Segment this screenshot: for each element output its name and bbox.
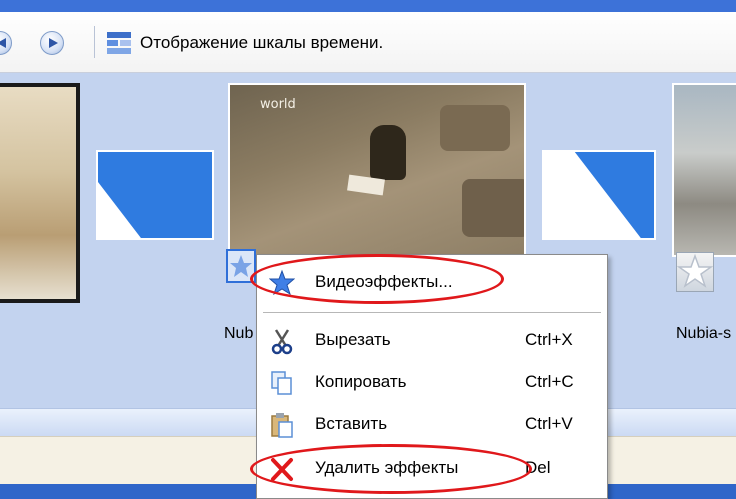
window-top-bar — [0, 0, 736, 12]
transition-shape — [98, 182, 144, 238]
scissors-icon — [271, 329, 293, 355]
menu-item-shortcut: Ctrl+X — [525, 330, 573, 349]
menu-item-label: Видеоэффекты... — [315, 272, 453, 291]
clip-thumbnail-selected[interactable]: world — [228, 83, 526, 257]
menu-item-label: Копировать — [315, 372, 407, 391]
timeline-grid-icon[interactable] — [106, 31, 132, 55]
rewind-button[interactable] — [0, 31, 12, 55]
play-icon — [49, 38, 58, 48]
image-rock — [462, 179, 524, 237]
menu-item-video-effects[interactable]: Видеоэффекты... — [257, 263, 609, 303]
clip-context-menu: Видеоэффекты... Вырезать Ctrl+X Копирова… — [256, 254, 608, 499]
clip-thumbnail-left[interactable] — [0, 83, 80, 303]
image-rock — [440, 105, 510, 151]
star-effect-icon — [230, 255, 252, 277]
clip-thumbnail-right[interactable] — [672, 83, 736, 257]
image-person — [370, 125, 406, 180]
rewind-icon — [0, 38, 6, 48]
paste-icon — [271, 413, 293, 438]
menu-item-label: Удалить эффекты — [315, 458, 459, 477]
copy-icon — [271, 371, 292, 395]
clip-name-selected: Nub — [224, 325, 254, 342]
star-effect-icon — [269, 269, 295, 296]
menu-item-label: Вставить — [315, 414, 388, 433]
menu-item-cut[interactable]: Вырезать Ctrl+X — [257, 321, 609, 361]
transition-thumbnail-1[interactable] — [96, 150, 214, 240]
video-effect-slot-right[interactable] — [676, 252, 714, 292]
toolbar-separator — [94, 26, 95, 58]
delete-x-icon — [271, 458, 293, 481]
menu-item-label: Вырезать — [315, 330, 391, 349]
video-effect-slot-selected[interactable] — [226, 249, 256, 283]
clip-caption: world — [260, 97, 296, 112]
play-button[interactable] — [40, 31, 64, 55]
storyboard-toolbar: Отображение шкалы времени. — [0, 12, 736, 73]
menu-item-copy[interactable]: Копировать Ctrl+C — [257, 363, 609, 403]
menu-item-shortcut: Ctrl+C — [525, 372, 574, 391]
menu-item-shortcut: Del — [525, 458, 551, 477]
transition-thumbnail-2[interactable] — [542, 150, 656, 240]
transition-shape — [574, 152, 654, 238]
menu-item-remove-effects[interactable]: Удалить эффекты Del — [257, 449, 609, 489]
menu-item-shortcut: Ctrl+V — [525, 414, 573, 433]
menu-separator — [263, 312, 601, 313]
show-timeline-label[interactable]: Отображение шкалы времени. — [140, 33, 383, 53]
menu-item-paste[interactable]: Вставить Ctrl+V — [257, 405, 609, 445]
star-effect-icon — [676, 253, 714, 288]
clip-name-right: Nubia-s — [676, 325, 732, 342]
